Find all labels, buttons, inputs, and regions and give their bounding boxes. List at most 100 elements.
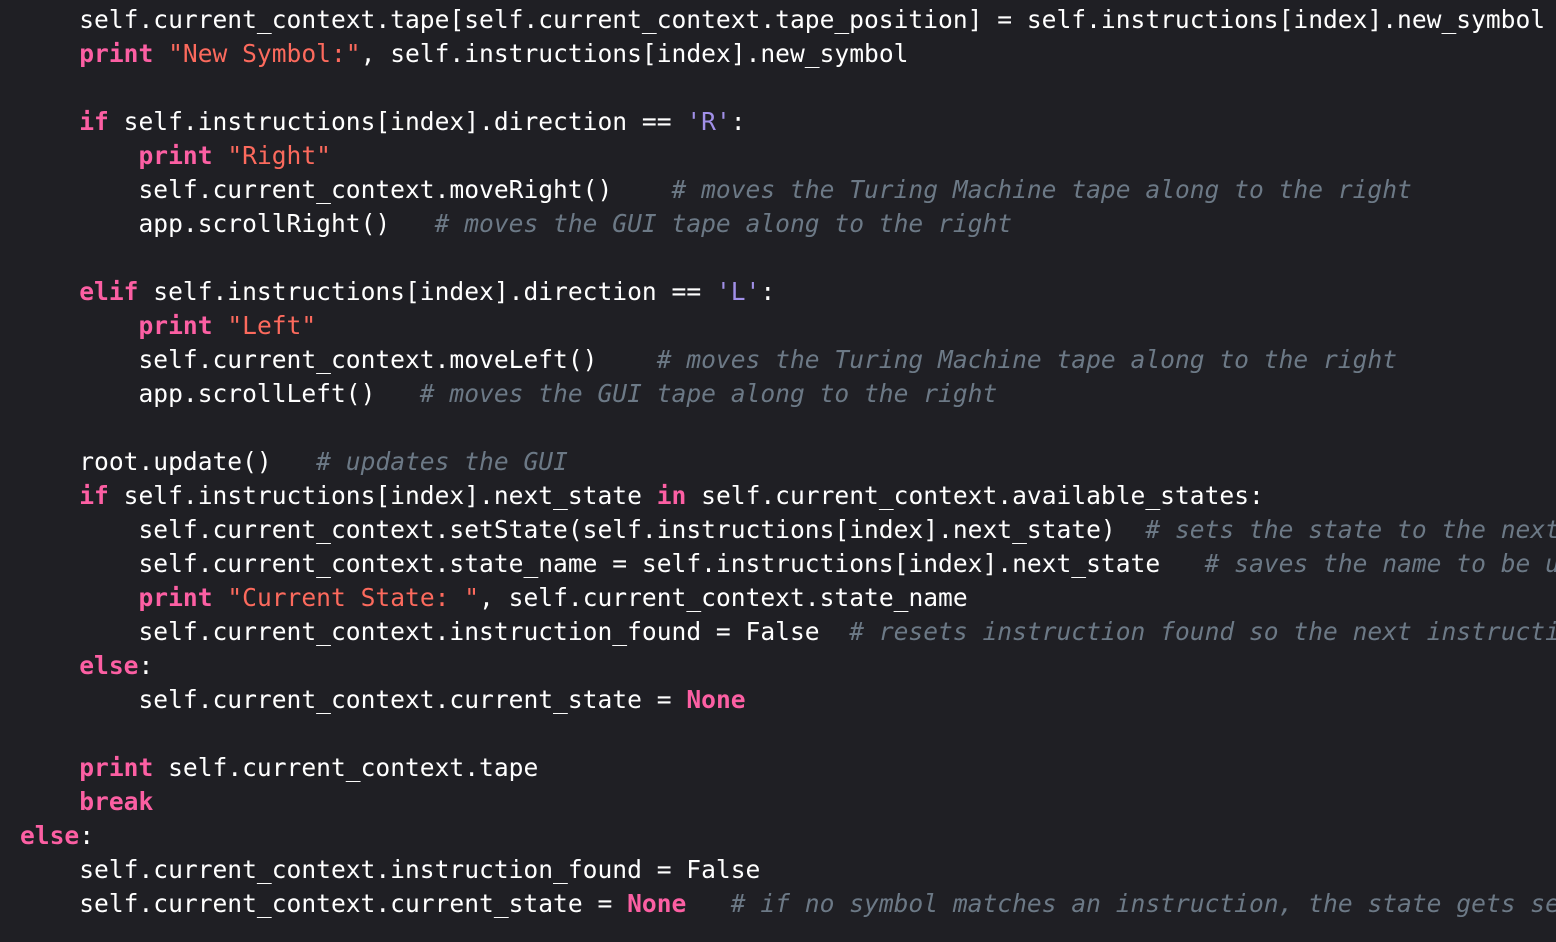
code-line: self.current_context.instruction_found =… (20, 853, 1556, 887)
keyword-token: in (656, 481, 687, 510)
keyword-token: print (138, 311, 213, 340)
comment-token: # sets the state to the next (1145, 515, 1556, 544)
indentation (20, 651, 79, 680)
indentation (20, 141, 138, 170)
indentation (20, 345, 138, 374)
keyword-token: else (20, 821, 80, 850)
keyword-token: if (79, 481, 109, 510)
char-literal-token: 'R' (686, 107, 731, 136)
comment-token: # moves the GUI tape along to the right (419, 379, 998, 408)
keyword-token: print (138, 141, 213, 170)
code-token: self.current_context.moveRight() (138, 175, 672, 204)
code-line: if self.instructions[index].next_state i… (20, 479, 1556, 513)
keyword-token: elif (79, 277, 139, 306)
code-token: : (79, 821, 95, 850)
code-token: self.current_context.tape[self.current_c… (79, 5, 1546, 34)
code-token: app.scrollRight() (138, 209, 435, 238)
keyword-token: print (138, 583, 213, 612)
code-line: self.current_context.tape[self.current_c… (20, 3, 1556, 37)
code-line: self.current_context.state_name = self.i… (20, 547, 1556, 581)
string-token: "Current State: " (227, 583, 480, 612)
indentation (20, 583, 138, 612)
indentation (20, 855, 79, 884)
code-line: break (20, 785, 1556, 819)
code-token: , self.current_context.state_name (479, 583, 968, 612)
indentation (20, 685, 138, 714)
code-token: root.update() (79, 447, 317, 476)
keyword-token: break (79, 787, 154, 816)
indentation (20, 515, 138, 544)
code-token: self.current_context.current_state = (138, 685, 687, 714)
string-token: "Left" (227, 311, 317, 340)
code-token: self.current_context.instruction_found =… (79, 855, 761, 884)
code-token: self.instructions[index].direction == (108, 107, 687, 136)
code-token: : (760, 277, 776, 306)
keyword-token: print (79, 39, 154, 68)
code-token: self.instructions[index].next_state (108, 481, 657, 510)
code-editor[interactable]: self.current_context.tape[self.current_c… (0, 0, 1556, 942)
indentation (20, 617, 138, 646)
keyword-token: None (686, 685, 746, 714)
indentation (20, 209, 138, 238)
indentation (20, 379, 138, 408)
keyword-token: if (79, 107, 109, 136)
indentation (20, 447, 79, 476)
comment-token: # resets instruction found so the next i… (849, 617, 1556, 646)
code-line: root.update() # updates the GUI (20, 445, 1556, 479)
code-line: elif self.instructions[index].direction … (20, 275, 1556, 309)
comment-token: # if no symbol matches an instruction, t… (730, 889, 1556, 918)
char-literal-token: 'L' (715, 277, 761, 306)
code-token: self.current_context.current_state = (79, 889, 628, 918)
code-line: print "Right" (20, 139, 1556, 173)
comment-token: # saves the name to be u (1204, 549, 1556, 578)
code-line: self.current_context.current_state = Non… (20, 887, 1556, 921)
indentation (20, 107, 79, 136)
code-token: : (730, 107, 746, 136)
comment-token: # moves the Turing Machine tape along to… (656, 345, 1398, 374)
indentation (20, 787, 79, 816)
code-line: print self.current_context.tape (20, 751, 1556, 785)
keyword-token: else (79, 651, 139, 680)
code-token: self.current_context.available_states: (686, 481, 1264, 510)
code-line: self.current_context.current_state = Non… (20, 683, 1556, 717)
code-token: self.current_context.setState(self.instr… (138, 515, 1146, 544)
code-line: self.current_context.moveLeft() # moves … (20, 343, 1556, 377)
code-line: self.current_context.moveRight() # moves… (20, 173, 1556, 207)
code-line: self.current_context.instruction_found =… (20, 615, 1556, 649)
code-line: app.scrollLeft() # moves the GUI tape al… (20, 377, 1556, 411)
indentation (20, 753, 79, 782)
code-line: app.scrollRight() # moves the GUI tape a… (20, 207, 1556, 241)
code-token: self.current_context.moveLeft() (138, 345, 657, 374)
code-text-area[interactable]: self.current_context.tape[self.current_c… (20, 3, 1556, 921)
code-token: self.current_context.state_name = self.i… (138, 549, 1205, 578)
code-line: else: (20, 819, 1556, 853)
indentation (20, 549, 138, 578)
code-token: self.current_context.tape (153, 753, 539, 782)
indentation (20, 481, 79, 510)
code-token: self.current_context.instruction_found =… (138, 617, 850, 646)
comment-token: # moves the GUI tape along to the right (434, 209, 1013, 238)
code-line: self.current_context.setState(self.instr… (20, 513, 1556, 547)
keyword-token: None (627, 889, 687, 918)
indentation (20, 311, 138, 340)
indentation (20, 39, 79, 68)
comment-token: # updates the GUI (316, 447, 568, 476)
code-line: if self.instructions[index].direction ==… (20, 105, 1556, 139)
code-token: app.scrollLeft() (138, 379, 420, 408)
code-line: print "New Symbol:", self.instructions[i… (20, 37, 1556, 71)
code-token: self.instructions[index].direction == (138, 277, 716, 306)
comment-token: # moves the Turing Machine tape along to… (671, 175, 1412, 204)
indentation (20, 277, 79, 306)
string-token: "Right" (227, 141, 331, 170)
keyword-token: print (79, 753, 154, 782)
indentation (20, 889, 79, 918)
